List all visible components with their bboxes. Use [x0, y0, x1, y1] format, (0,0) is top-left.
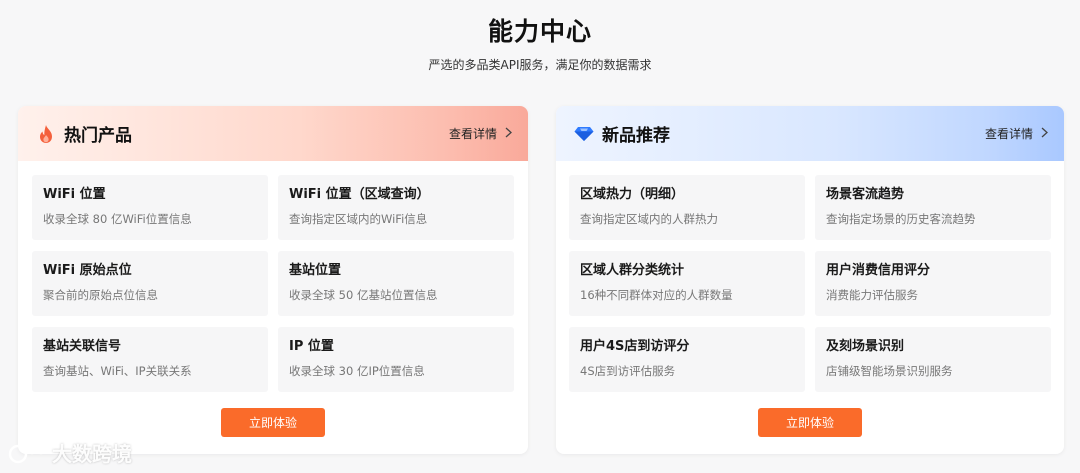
item-title: 基站关联信号: [43, 339, 122, 354]
item-title: 及刻场景识别: [826, 339, 905, 354]
item-desc: 收录全球 30 亿IP位置信息: [289, 364, 425, 378]
item-title: 区域人群分类统计: [580, 263, 685, 278]
product-item-crowd-classification[interactable]: 区域人群分类统计 16种不同群体对应的人群数量: [569, 251, 805, 316]
hot-products-try-button[interactable]: 立即体验: [221, 408, 325, 437]
new-products-grid: 区域热力（明细） 查询指定区域内的人群热力 场景客流趋势 查询指定场景的历史客流…: [569, 175, 1051, 392]
product-item-scene-recognition[interactable]: 及刻场景识别 店铺级智能场景识别服务: [815, 327, 1051, 392]
new-products-title: 新品推荐: [602, 126, 670, 146]
product-item-consumer-credit-score[interactable]: 用户消费信用评分 消费能力评估服务: [815, 251, 1051, 316]
item-title: 用户消费信用评分: [826, 263, 931, 278]
item-desc: 消费能力评估服务: [826, 288, 918, 302]
product-item-wifi-location[interactable]: WiFi 位置 收录全球 80 亿WiFi位置信息: [32, 175, 268, 240]
item-desc: 收录全球 80 亿WiFi位置信息: [43, 212, 192, 226]
item-title: WiFi 位置（区域查询）: [289, 187, 430, 202]
item-title: 用户4S店到访评分: [580, 339, 690, 354]
watermark: 大数跨境: [8, 438, 132, 467]
hot-products-card: 热门产品 查看详情 WiFi 位置 收录全球 80 亿WiFi位置信息 WiFi…: [18, 106, 528, 454]
item-title: 区域热力（明细）: [580, 187, 685, 202]
item-desc: 收录全球 50 亿基站位置信息: [289, 288, 438, 302]
item-desc: 聚合前的原始点位信息: [43, 288, 158, 302]
item-desc: 查询指定场景的历史客流趋势: [826, 212, 976, 226]
product-item-wifi-raw-points[interactable]: WiFi 原始点位 聚合前的原始点位信息: [32, 251, 268, 316]
item-desc: 查询基站、WiFi、IP关联关系: [43, 364, 192, 378]
page-title: 能力中心: [487, 17, 592, 46]
item-desc: 16种不同群体对应的人群数量: [580, 288, 733, 302]
item-title: 基站位置: [289, 263, 342, 278]
product-item-base-station-signal[interactable]: 基站关联信号 查询基站、WiFi、IP关联关系: [32, 327, 268, 392]
diamond-icon: [574, 124, 594, 144]
item-title: IP 位置: [289, 339, 334, 354]
new-products-try-button[interactable]: 立即体验: [758, 408, 862, 437]
flame-icon: [36, 124, 56, 144]
item-desc: 查询指定区域内的人群热力: [580, 212, 718, 226]
chevron-right-icon: [1041, 127, 1048, 141]
new-products-details-link[interactable]: 查看详情: [985, 125, 1048, 142]
item-desc: 4S店到访评估服务: [580, 364, 676, 378]
product-item-4s-store-visit-score[interactable]: 用户4S店到访评分 4S店到访评估服务: [569, 327, 805, 392]
hot-products-header: 热门产品 查看详情: [18, 106, 528, 161]
item-title: 场景客流趋势: [826, 187, 905, 202]
hot-products-title: 热门产品: [64, 126, 132, 146]
chevron-right-icon: [505, 127, 512, 141]
hot-products-details-link[interactable]: 查看详情: [449, 125, 512, 142]
new-products-header: 新品推荐 查看详情: [556, 106, 1064, 161]
details-link-label: 查看详情: [984, 127, 1033, 141]
hot-products-grid: WiFi 位置 收录全球 80 亿WiFi位置信息 WiFi 位置（区域查询） …: [32, 175, 514, 392]
item-title: WiFi 原始点位: [43, 263, 132, 278]
watermark-logo-icon: [8, 441, 48, 463]
product-item-scene-traffic-trend[interactable]: 场景客流趋势 查询指定场景的历史客流趋势: [815, 175, 1051, 240]
new-products-card: 新品推荐 查看详情 区域热力（明细） 查询指定区域内的人群热力 场景客流趋势 查…: [556, 106, 1064, 454]
watermark-text: 大数跨境: [52, 442, 132, 466]
product-item-ip-location[interactable]: IP 位置 收录全球 30 亿IP位置信息: [278, 327, 514, 392]
details-link-label: 查看详情: [448, 127, 497, 141]
product-item-wifi-area-query[interactable]: WiFi 位置（区域查询） 查询指定区域内的WiFi信息: [278, 175, 514, 240]
product-item-area-heat-detail[interactable]: 区域热力（明细） 查询指定区域内的人群热力: [569, 175, 805, 240]
item-title: WiFi 位置: [43, 187, 106, 202]
item-desc: 店铺级智能场景识别服务: [826, 364, 953, 378]
item-desc: 查询指定区域内的WiFi信息: [289, 212, 428, 226]
page-subtitle: 严选的多品类API服务，满足你的数据需求: [428, 58, 652, 72]
product-item-base-station-location[interactable]: 基站位置 收录全球 50 亿基站位置信息: [278, 251, 514, 316]
